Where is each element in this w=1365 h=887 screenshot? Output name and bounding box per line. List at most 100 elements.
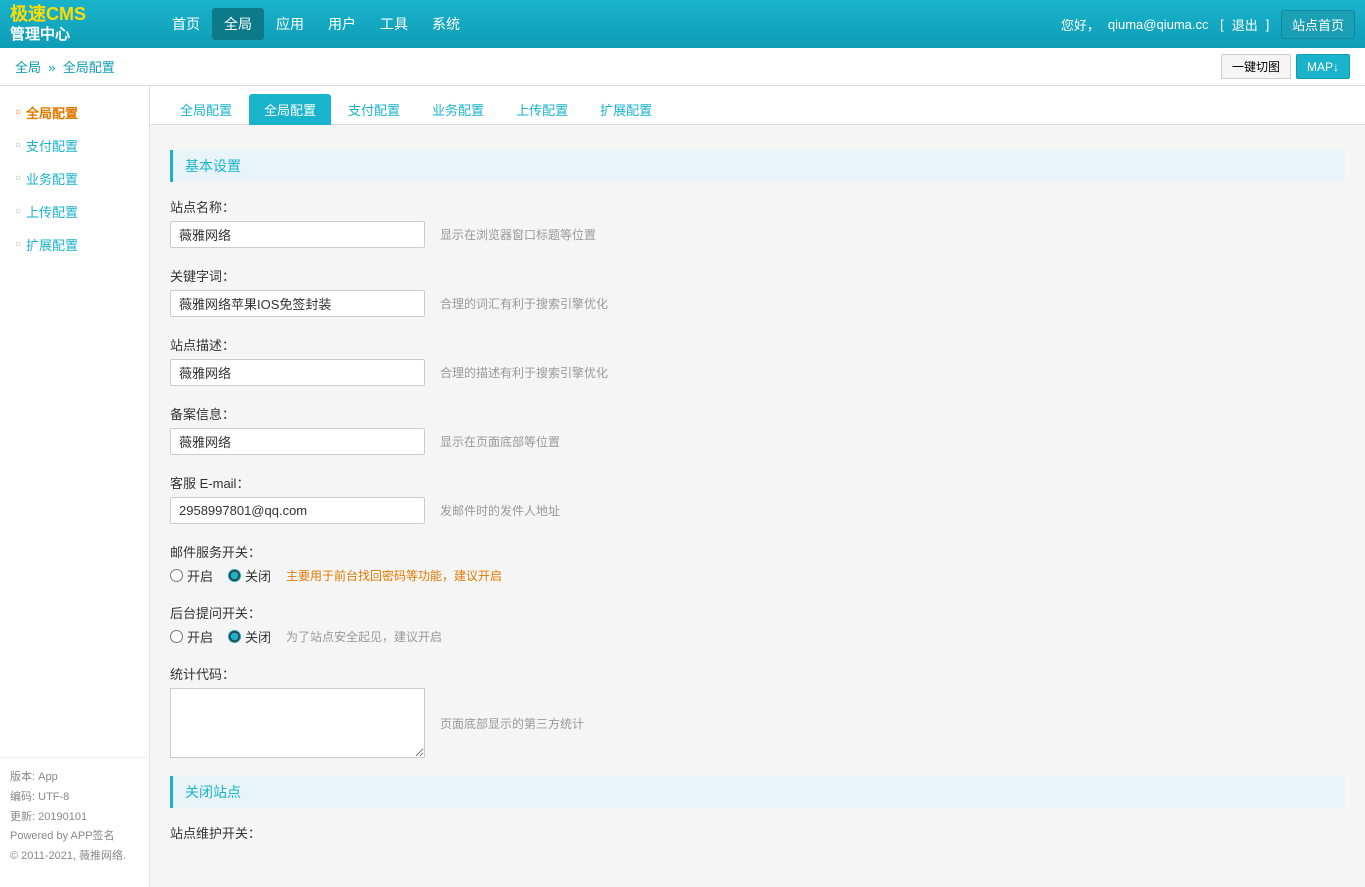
radio-mail-off-input[interactable]: [228, 569, 241, 582]
copyright: © 2011-2021, 薇推网络.: [10, 847, 140, 867]
logo-line1: 极速CMS: [10, 4, 160, 26]
encoding-info: 编码: UTF-8: [10, 788, 140, 808]
breadcrumb-separator: »: [48, 60, 55, 75]
section-close-header: 关闭站点: [170, 776, 1345, 808]
sidebar-item-upload[interactable]: 上传配置: [0, 195, 149, 228]
input-row-beian: 显示在页面底部等位置: [170, 428, 1345, 455]
content: 全局配置 全局配置 支付配置 业务配置 上传配置 扩展配置 基本设置 站点名称：…: [150, 86, 1365, 887]
site-home-button[interactable]: 站点首页: [1281, 10, 1355, 39]
radio-mail-off-label: 关闭: [245, 566, 271, 585]
section-basic-header: 基本设置: [170, 150, 1345, 182]
breadcrumb-bar: 全局 » 全局配置 一键切图 MAP↓: [0, 48, 1365, 86]
tab-global-config[interactable]: 全局配置: [249, 94, 331, 125]
input-row-backend-switch: 开启 关闭 为了站点安全起见，建议开启: [170, 627, 1345, 646]
radio-mail-off[interactable]: 关闭: [228, 566, 271, 585]
radio-backend-on[interactable]: 开启: [170, 627, 213, 646]
field-email: 客服 E-mail： 发邮件时的发件人地址: [170, 473, 1345, 524]
radio-mail-on-label: 开启: [187, 566, 213, 585]
tab-payment-config[interactable]: 支付配置: [333, 94, 415, 125]
sidebar-item-extend[interactable]: 扩展配置: [0, 228, 149, 261]
header-right: 您好， qiuma@qiuma.cc [退出] 站点首页: [1061, 10, 1355, 39]
tab-upload-config[interactable]: 上传配置: [501, 94, 583, 125]
radio-backend-off-label: 关闭: [245, 627, 271, 646]
input-row-stats-code: 页面底部显示的第三方统计: [170, 688, 1345, 758]
logout-link[interactable]: 退出: [1232, 15, 1258, 34]
radio-group-backend: 开启 关闭: [170, 627, 271, 646]
field-site-desc: 站点描述： 合理的描述有利于搜索引擎优化: [170, 335, 1345, 386]
hint-mail-switch: 主要用于前台找回密码等功能，建议开启: [286, 567, 502, 584]
radio-mail-on-input[interactable]: [170, 569, 183, 582]
radio-backend-off-input[interactable]: [228, 630, 241, 643]
sidebar-item-global[interactable]: 全局配置: [0, 96, 149, 129]
tab-global-config-link[interactable]: 全局配置: [165, 94, 247, 125]
sidebar: 全局配置 支付配置 业务配置 上传配置 扩展配置 版本: App 编码: UTF…: [0, 86, 150, 887]
hint-site-name: 显示在浏览器窗口标题等位置: [440, 226, 596, 243]
map-button[interactable]: MAP↓: [1296, 54, 1350, 79]
field-mail-switch: 邮件服务开关： 开启 关闭 主要用于前台找回密码等功能，建议开启: [170, 542, 1345, 585]
input-beian[interactable]: [170, 428, 425, 455]
breadcrumb-actions: 一键切图 MAP↓: [1221, 54, 1350, 79]
label-mail-switch: 邮件服务开关：: [170, 542, 1345, 561]
label-stats-code: 统计代码：: [170, 664, 1345, 683]
input-site-name[interactable]: [170, 221, 425, 248]
radio-backend-on-label: 开启: [187, 627, 213, 646]
label-keywords: 关键字词：: [170, 266, 1345, 285]
label-backend-switch: 后台提问开关：: [170, 603, 1345, 622]
input-row-mail-switch: 开启 关闭 主要用于前台找回密码等功能，建议开启: [170, 566, 1345, 585]
nav-tools[interactable]: 工具: [368, 8, 420, 40]
yijian-button[interactable]: 一键切图: [1221, 54, 1291, 79]
logo-line2: 管理中心: [10, 26, 160, 44]
radio-backend-on-input[interactable]: [170, 630, 183, 643]
field-keywords: 关键字词： 合理的词汇有利于搜索引擎优化: [170, 266, 1345, 317]
input-row-site-name: 显示在浏览器窗口标题等位置: [170, 221, 1345, 248]
hint-email: 发邮件时的发件人地址: [440, 502, 560, 519]
radio-backend-off[interactable]: 关闭: [228, 627, 271, 646]
input-row-keywords: 合理的词汇有利于搜索引擎优化: [170, 290, 1345, 317]
update-info: 更新: 20190101: [10, 808, 140, 828]
form-content: 基本设置 站点名称： 显示在浏览器窗口标题等位置 关键字词： 合理的词汇有利于搜…: [150, 125, 1365, 875]
hint-backend-switch: 为了站点安全起见，建议开启: [286, 628, 442, 645]
label-site-maintain: 站点维护开关：: [170, 823, 1345, 842]
version-info: 版本: App: [10, 768, 140, 788]
username-link[interactable]: qiuma@qiuma.cc: [1108, 17, 1209, 32]
field-site-name: 站点名称： 显示在浏览器窗口标题等位置: [170, 197, 1345, 248]
main-layout: 全局配置 支付配置 业务配置 上传配置 扩展配置 版本: App 编码: UTF…: [0, 86, 1365, 887]
radio-mail-on[interactable]: 开启: [170, 566, 213, 585]
input-keywords[interactable]: [170, 290, 425, 317]
header: 极速CMS 管理中心 首页 全局 应用 用户 工具 系统 您好， qiuma@q…: [0, 0, 1365, 48]
label-site-desc: 站点描述：: [170, 335, 1345, 354]
tab-extend-config[interactable]: 扩展配置: [585, 94, 667, 125]
field-stats-code: 统计代码： 页面底部显示的第三方统计: [170, 664, 1345, 758]
field-backend-switch: 后台提问开关： 开启 关闭 为了站点安全起见，建议开启: [170, 603, 1345, 646]
hint-site-desc: 合理的描述有利于搜索引擎优化: [440, 364, 608, 381]
nav-global[interactable]: 全局: [212, 8, 264, 40]
input-email[interactable]: [170, 497, 425, 524]
breadcrumb-root[interactable]: 全局: [15, 60, 41, 75]
breadcrumb-current: 全局配置: [63, 60, 115, 75]
nav-system[interactable]: 系统: [420, 8, 472, 40]
input-stats-code[interactable]: [170, 688, 425, 758]
hint-keywords: 合理的词汇有利于搜索引擎优化: [440, 295, 608, 312]
field-beian: 备案信息： 显示在页面底部等位置: [170, 404, 1345, 455]
field-site-maintain: 站点维护开关：: [170, 823, 1345, 842]
nav-menu: 首页 全局 应用 用户 工具 系统: [160, 8, 1061, 40]
radio-group-mail: 开启 关闭: [170, 566, 271, 585]
sidebar-item-payment[interactable]: 支付配置: [0, 129, 149, 162]
sidebar-item-business[interactable]: 业务配置: [0, 162, 149, 195]
nav-app[interactable]: 应用: [264, 8, 316, 40]
hint-beian: 显示在页面底部等位置: [440, 433, 560, 450]
breadcrumb: 全局 » 全局配置: [15, 57, 115, 76]
label-site-name: 站点名称：: [170, 197, 1345, 216]
tabs: 全局配置 全局配置 支付配置 业务配置 上传配置 扩展配置: [150, 86, 1365, 125]
sidebar-footer: 版本: App 编码: UTF-8 更新: 20190101 Powered b…: [0, 757, 150, 877]
label-beian: 备案信息：: [170, 404, 1345, 423]
input-row-site-desc: 合理的描述有利于搜索引擎优化: [170, 359, 1345, 386]
label-email: 客服 E-mail：: [170, 473, 1345, 492]
hint-stats-code: 页面底部显示的第三方统计: [440, 715, 584, 732]
greeting-text: 您好，: [1061, 15, 1100, 34]
logo: 极速CMS 管理中心: [10, 4, 160, 44]
tab-business-config[interactable]: 业务配置: [417, 94, 499, 125]
nav-user[interactable]: 用户: [316, 8, 368, 40]
input-site-desc[interactable]: [170, 359, 425, 386]
nav-home[interactable]: 首页: [160, 8, 212, 40]
